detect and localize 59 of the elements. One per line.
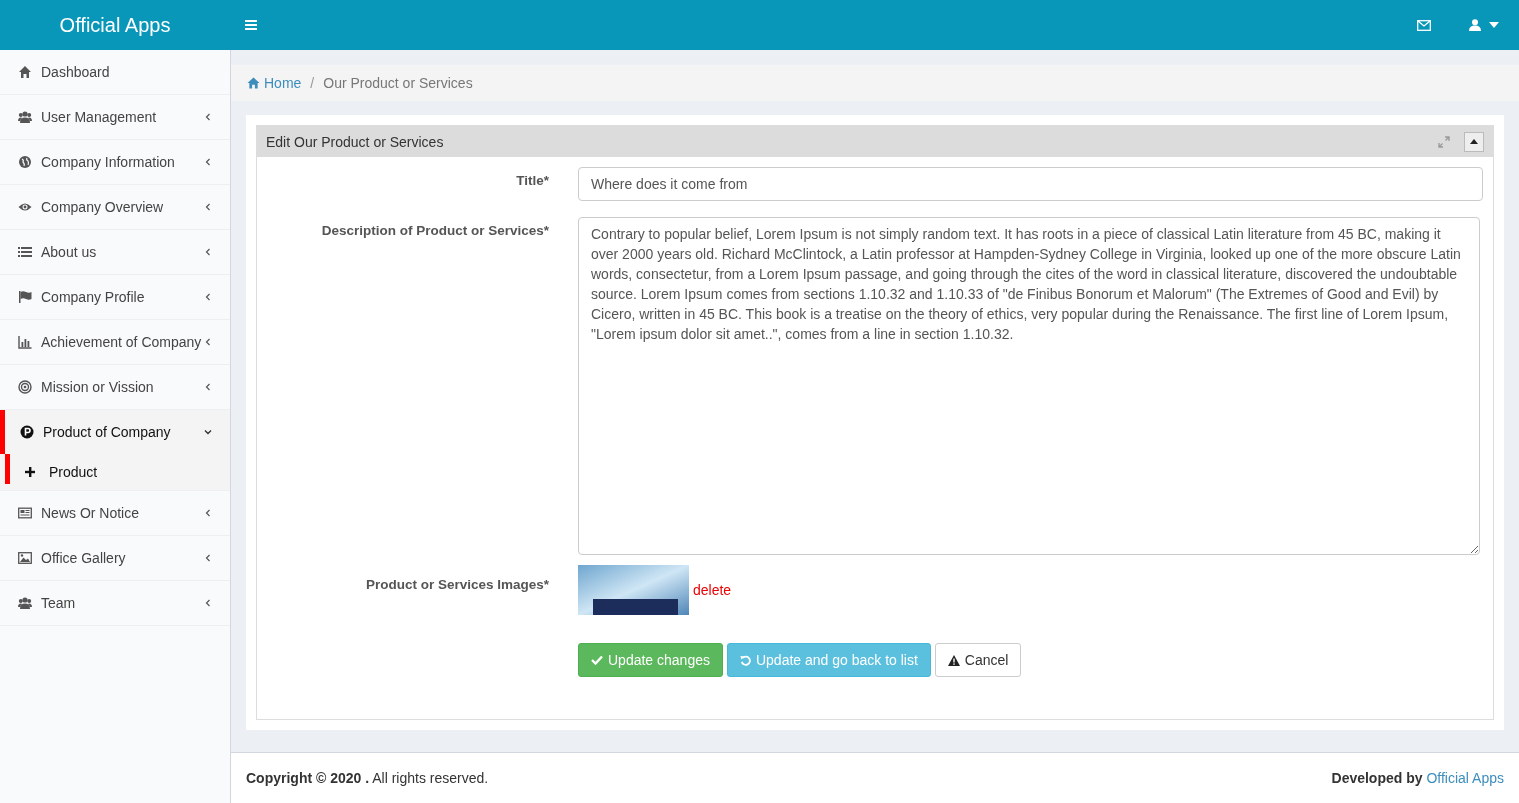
list-icon — [18, 245, 32, 259]
sidebar-item[interactable]: User Management — [0, 95, 230, 140]
users-icon — [18, 596, 32, 610]
sidebar-item[interactable]: About us — [0, 230, 230, 275]
warning-icon — [947, 654, 960, 666]
chevron-left-icon — [204, 599, 212, 607]
users-icon — [18, 110, 32, 124]
sidebar-item[interactable]: Achievement of Company — [0, 320, 230, 365]
menu-icon[interactable] — [245, 20, 257, 30]
developed-by-text: Developed by — [1331, 770, 1423, 786]
sidebar-item[interactable]: Product of Company — [0, 410, 230, 454]
home-icon — [18, 65, 32, 79]
breadcrumb-current: Our Product or Services — [323, 75, 473, 91]
sidebar-item[interactable]: Company Profile — [0, 275, 230, 320]
cancel-button[interactable]: Cancel — [934, 643, 1022, 677]
sidebar-item[interactable]: News Or Notice — [0, 491, 230, 536]
chevron-left-icon — [204, 383, 212, 391]
target-icon — [18, 380, 32, 394]
caret-icon[interactable] — [1489, 22, 1499, 28]
chevron-left-icon — [204, 158, 212, 166]
newspaper-icon — [18, 506, 32, 520]
chevron-left-icon — [204, 203, 212, 211]
image-icon — [18, 551, 32, 565]
user-icon[interactable] — [1469, 19, 1481, 31]
chevron-down-icon — [204, 428, 212, 436]
field-label: Title* — [515, 172, 549, 190]
sidebar-item[interactable]: Dashboard — [0, 50, 230, 95]
chevron-left-icon — [204, 293, 212, 301]
triangle-up-icon — [1470, 139, 1478, 144]
delete-link[interactable]: delete — [693, 582, 732, 598]
plus-icon — [25, 467, 35, 477]
chevron-left-icon — [204, 248, 212, 256]
check-icon — [591, 655, 603, 665]
chevron-left-icon — [204, 113, 212, 121]
bar-chart-icon — [18, 335, 32, 349]
collapse-button[interactable] — [1464, 131, 1484, 152]
field-label: Description of Product or Services* — [320, 222, 549, 240]
description-textarea[interactable]: Contrary to popular belief, Lorem Ipsum is not simply random text. It has roots in a piece of classical Latin literature from 45 BC, making it over 2000 years old. Richard McClintock, a Latin professor at Hampden-Sydney College in Virginia, looked up one of the more obscure Latin words, consectetur, from a Lorem Ipsum passage, and going through the cites of the word in classical literature, discovered the undoubtable source. Lorem Ipsum comes from sections 1.10.32 and 1.10.33 of "de Finibus Bonorum et Malorum" (The Extremes of Good and Evil) by Cicero, written in 45 BC. This book is a treatise on the theory of ethics, very popular during the Renaissance. The first line of Lorem Ipsum, "Lorem ipsum dolor sit amet..", comes from a line in section 1.10.32. — [578, 217, 1480, 555]
sidebar-subitem[interactable]: Product — [0, 454, 230, 491]
chevron-left-icon — [204, 509, 212, 517]
undo-icon — [739, 654, 751, 666]
copyright-text: Copyright © 2020 . All rights reserved. — [246, 770, 489, 786]
title-input[interactable]: Where does it come from — [578, 167, 1483, 201]
expand-icon[interactable] — [1438, 135, 1450, 148]
brand-title: Official Apps — [58, 13, 172, 37]
field-label: Product or Services Images* — [364, 576, 549, 594]
panel-title: Edit Our Product or Services — [266, 133, 445, 150]
mail-icon[interactable] — [1417, 19, 1431, 31]
chevron-left-icon — [204, 554, 212, 562]
sidebar-item[interactable]: Company Overview — [0, 185, 230, 230]
sidebar-item[interactable]: Company Information — [0, 140, 230, 185]
p-circle-icon — [20, 425, 34, 439]
flag-icon — [18, 290, 32, 304]
sidebar-item[interactable]: Office Gallery — [0, 536, 230, 581]
home-icon — [247, 77, 260, 89]
breadcrumb-separator: / — [310, 75, 315, 91]
developer-link[interactable]: Official Apps — [1426, 770, 1504, 786]
chevron-left-icon — [204, 338, 212, 346]
sidebar-item[interactable]: Team — [0, 581, 230, 626]
